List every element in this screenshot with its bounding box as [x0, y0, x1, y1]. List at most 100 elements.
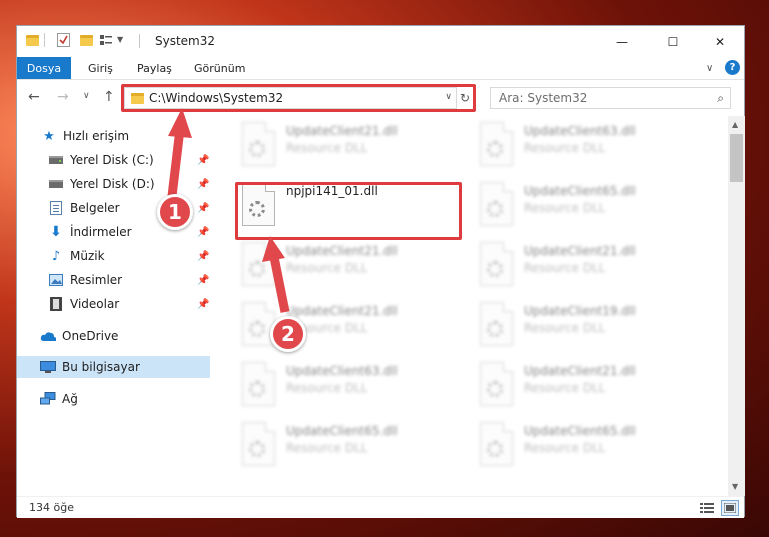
file-name: UpdateClient65.dll: [286, 424, 398, 438]
file-name: UpdateClient65.dll: [524, 424, 636, 438]
drive-icon: [48, 177, 64, 191]
scroll-down-icon[interactable]: ▼: [732, 482, 738, 491]
documents-icon: [48, 201, 64, 215]
vertical-scrollbar[interactable]: ▲ ▼: [728, 116, 745, 496]
pin-icon: 📌: [197, 154, 210, 166]
sidebar-item-label: Videolar: [70, 297, 120, 311]
sidebar-item-label: Bu bilgisayar: [62, 360, 140, 374]
properties-icon[interactable]: [57, 33, 70, 47]
sidebar-item-network[interactable]: Ağ: [17, 388, 210, 410]
navigation-pane: ★ Hızlı erişim Yerel Disk (C:) 📌 Yerel D…: [17, 116, 210, 496]
drive-icon: [48, 153, 64, 167]
sidebar-item-pictures[interactable]: Resimler 📌: [17, 269, 210, 291]
quick-access-dropdown-icon[interactable]: ▼: [117, 35, 123, 44]
file-tile[interactable]: UpdateClient21.dll Resource DLL: [468, 360, 693, 416]
computer-icon: [40, 360, 56, 374]
sidebar-item-label: Ağ: [62, 392, 78, 406]
sidebar-item-onedrive[interactable]: OneDrive: [17, 325, 210, 347]
file-tile[interactable]: UpdateClient63.dll Resource DLL: [468, 120, 693, 176]
cloud-icon: [40, 329, 56, 343]
file-type: Resource DLL: [286, 141, 368, 155]
file-tile[interactable]: UpdateClient65.dll Resource DLL: [468, 180, 693, 236]
music-icon: ♪: [51, 248, 61, 264]
details-view-icon[interactable]: [699, 500, 715, 514]
pin-icon: 📌: [197, 178, 210, 190]
file-type: Resource DLL: [524, 381, 606, 395]
dll-file-icon: [242, 242, 275, 286]
tab-file[interactable]: Dosya: [17, 57, 71, 79]
file-tile[interactable]: UpdateClient21.dll Resource DLL: [230, 120, 455, 176]
dll-file-icon: [480, 362, 513, 406]
toolbar-divider: [44, 33, 45, 47]
file-name: UpdateClient21.dll: [524, 244, 636, 258]
dll-file-icon: [242, 362, 275, 406]
videos-icon: [48, 297, 64, 311]
up-button[interactable]: ↑: [103, 89, 115, 105]
help-icon[interactable]: ?: [725, 60, 740, 75]
pictures-icon: [48, 273, 64, 287]
scroll-thumb[interactable]: [730, 134, 743, 182]
dll-file-icon: [242, 122, 275, 166]
file-tile[interactable]: UpdateClient21.dll Resource DLL: [468, 240, 693, 296]
file-tile[interactable]: UpdateClient21.dll Resource DLL: [230, 300, 455, 356]
item-count: 134 öğe: [29, 501, 74, 514]
new-folder-icon[interactable]: [80, 35, 93, 46]
sidebar-item-this-pc[interactable]: Bu bilgisayar: [17, 356, 210, 378]
maximize-button[interactable]: ☐: [650, 26, 696, 57]
file-tile[interactable]: UpdateClient65.dll Resource DLL: [468, 420, 693, 476]
file-highlight-box: [235, 182, 462, 240]
ribbon-tabs: Dosya Giriş Paylaş Görünüm ∨ ?: [17, 57, 744, 80]
file-tile[interactable]: UpdateClient21.dll Resource DLL: [230, 240, 455, 296]
pin-icon: 📌: [197, 226, 210, 238]
sidebar-item-label: Yerel Disk (C:): [70, 153, 154, 167]
close-button[interactable]: ✕: [697, 26, 743, 57]
dll-file-icon: [480, 122, 513, 166]
file-name: UpdateClient65.dll: [524, 184, 636, 198]
pin-icon: 📌: [197, 274, 210, 286]
forward-button[interactable]: →: [57, 89, 69, 105]
file-type: Resource DLL: [524, 321, 606, 335]
file-tile[interactable]: UpdateClient19.dll Resource DLL: [468, 300, 693, 356]
file-name: UpdateClient63.dll: [524, 124, 636, 138]
dll-file-icon: [480, 302, 513, 346]
sidebar-item-quick-access[interactable]: ★ Hızlı erişim: [17, 125, 210, 147]
sidebar-item-label: Hızlı erişim: [63, 129, 130, 143]
expand-ribbon-icon[interactable]: ∨: [706, 57, 713, 79]
file-name: UpdateClient21.dll: [286, 304, 398, 318]
window-title: System32: [155, 34, 216, 48]
large-icons-view-icon[interactable]: [721, 500, 739, 516]
file-name: UpdateClient21.dll: [286, 244, 398, 258]
sidebar-item-disk-c[interactable]: Yerel Disk (C:) 📌: [17, 149, 210, 171]
customize-toolbar-icon[interactable]: [100, 34, 112, 46]
pin-icon: 📌: [197, 298, 210, 310]
sidebar-item-videos[interactable]: Videolar 📌: [17, 293, 210, 315]
step-2-badge: 2: [270, 316, 306, 352]
tab-share[interactable]: Paylaş: [137, 57, 172, 79]
dll-file-icon: [242, 422, 275, 466]
file-type: Resource DLL: [524, 261, 606, 275]
file-name: UpdateClient63.dll: [286, 364, 398, 378]
title-bar: ▼ System32 — ☐ ✕: [17, 26, 744, 57]
sidebar-item-music[interactable]: ♪ Müzik 📌: [17, 245, 210, 267]
file-type: Resource DLL: [524, 141, 606, 155]
file-tile[interactable]: UpdateClient65.dll Resource DLL: [230, 420, 455, 476]
sidebar-item-disk-d[interactable]: Yerel Disk (D:) 📌: [17, 173, 210, 195]
file-tile[interactable]: UpdateClient63.dll Resource DLL: [230, 360, 455, 416]
dll-file-icon: [480, 422, 513, 466]
tab-home[interactable]: Giriş: [88, 57, 113, 79]
recent-locations-button[interactable]: ∨: [83, 91, 90, 101]
back-button[interactable]: ←: [28, 89, 40, 105]
search-icon[interactable]: ⌕: [717, 91, 724, 106]
step-1-badge: 1: [157, 194, 193, 230]
minimize-button[interactable]: —: [599, 26, 645, 57]
address-highlight-box: [121, 84, 476, 112]
sidebar-item-label: Müzik: [70, 249, 105, 263]
dll-file-icon: [480, 242, 513, 286]
title-separator: [139, 34, 140, 48]
file-type: Resource DLL: [524, 201, 606, 215]
search-box[interactable]: Ara: System32 ⌕: [490, 87, 731, 109]
network-icon: [40, 392, 56, 406]
sidebar-item-label: OneDrive: [62, 329, 119, 343]
tab-view[interactable]: Görünüm: [194, 57, 245, 79]
scroll-up-icon[interactable]: ▲: [732, 120, 738, 129]
